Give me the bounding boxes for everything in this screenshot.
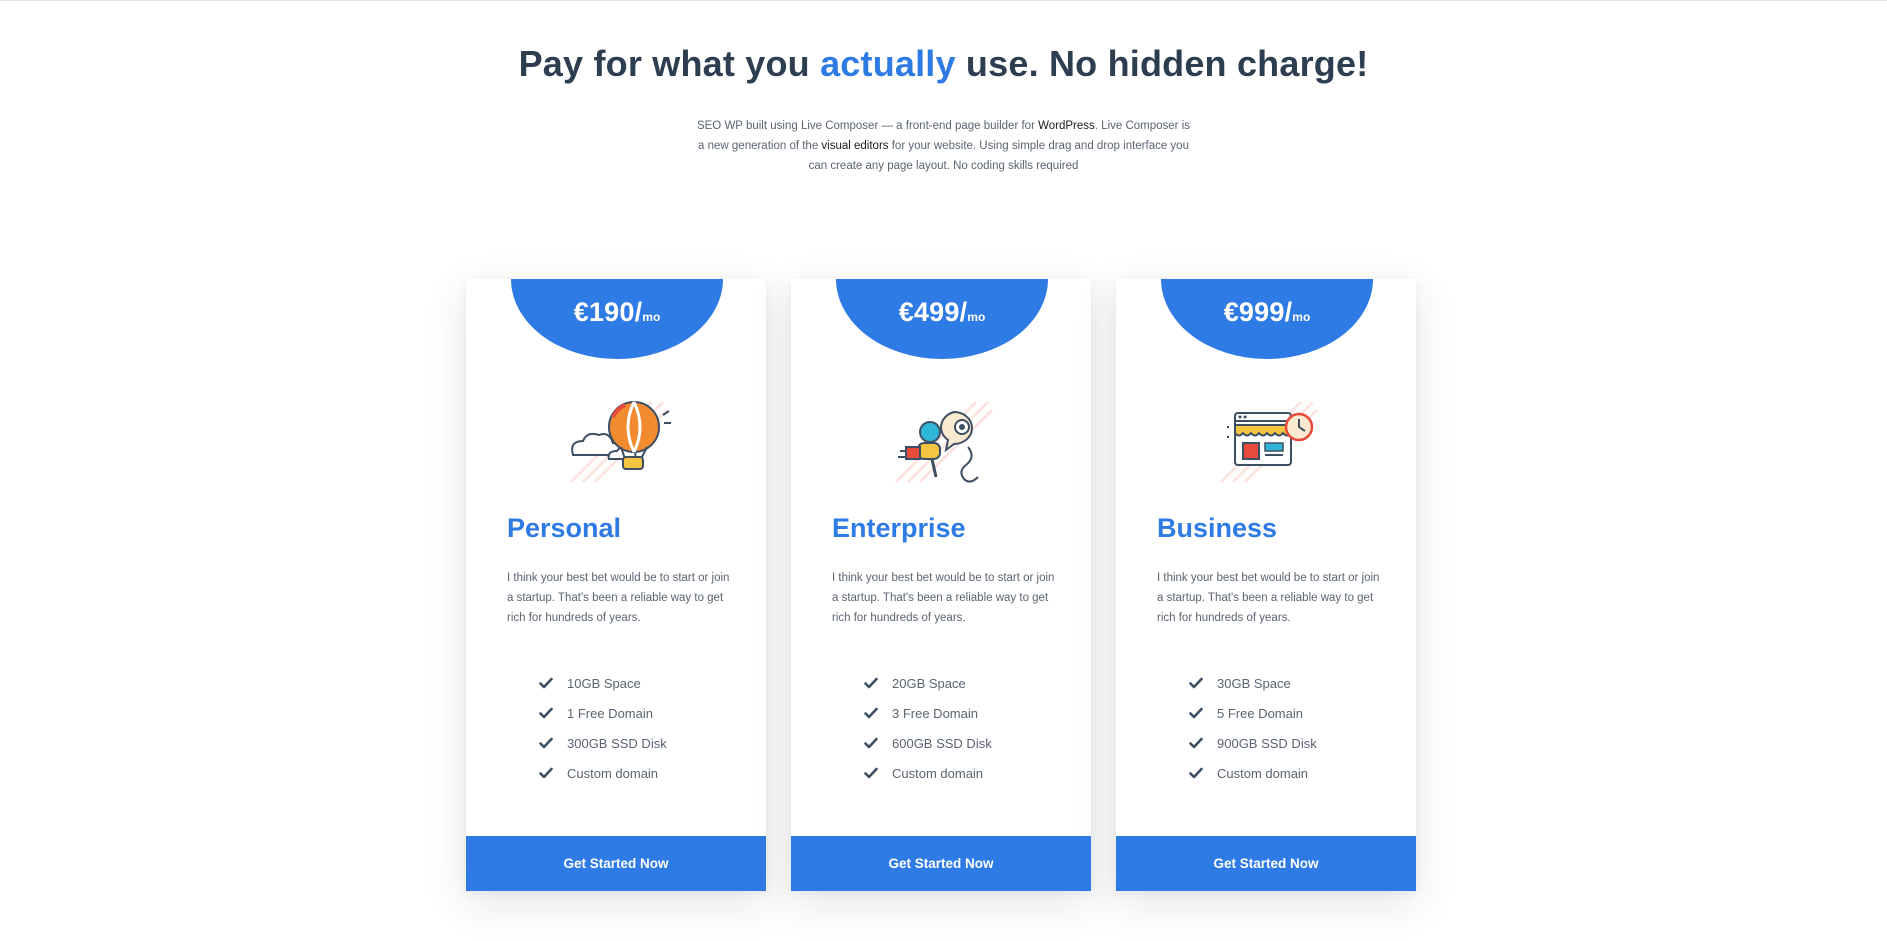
plan-description: I think your best bet would be to start … [1157,572,1380,624]
headline-text-start: Pay for what you [518,43,821,84]
feature-list: 10GB Space 1 Free Domain 300GB SSD Disk … [539,668,667,788]
feature-label: 3 Free Domain [892,705,978,721]
price-badge: €999/mo [1161,279,1373,359]
page-title: Pay for what you actually use. No hidden… [0,43,1887,85]
feature-item: 3 Free Domain [864,698,992,728]
check-icon [864,706,878,720]
feature-item: 900GB SSD Disk [1189,728,1317,758]
wordpress-link[interactable]: WordPress [1038,120,1095,132]
feature-label: 10GB Space [567,675,641,691]
feature-item: 5 Free Domain [1189,698,1317,728]
plan-description: I think your best bet would be to start … [832,572,1055,624]
feature-item: Custom domain [1189,758,1317,788]
plan-description: I think your best bet would be to start … [507,572,730,624]
visual-editors-link[interactable]: visual editors [821,140,888,152]
pricing-card-enterprise: €499/mo Enterprise I think your best bet… [791,279,1091,891]
price-badge: €190/mo [511,279,723,359]
price-period: mo [1292,310,1311,324]
headline-accent-word: actually [820,43,956,84]
feature-label: Custom domain [892,765,984,781]
feature-label: 20GB Space [892,675,966,691]
get-started-button[interactable]: Get Started Now [466,836,766,891]
check-icon [539,766,553,780]
feature-label: 300GB SSD Disk [567,735,667,751]
feature-list: 30GB Space 5 Free Domain 900GB SSD Disk … [1189,668,1317,788]
headline-text-end: use. No hidden charge! [955,43,1369,84]
price-period: mo [642,310,661,324]
intro-paragraph: SEO WP built using Live Composer — a fro… [693,116,1194,176]
check-icon [1189,766,1203,780]
hot-air-balloon-icon [551,377,681,487]
plan-name: Business [1157,513,1278,543]
microphone-chat-icon [876,377,1006,487]
intro-text-1: SEO WP built using Live Composer — a fro… [696,120,1039,132]
feature-item: 10GB Space [539,668,667,698]
pricing-section: Pay for what you actually use. No hidden… [0,0,1887,941]
feature-label: 600GB SSD Disk [892,735,992,751]
feature-item: 600GB SSD Disk [864,728,992,758]
plan-name: Personal [507,513,622,543]
price-badge: €499/mo [836,279,1048,359]
feature-label: 5 Free Domain [1217,705,1303,721]
price-amount: €190/ [573,297,643,327]
feature-item: 20GB Space [864,668,992,698]
plan-name: Enterprise [832,513,966,543]
feature-item: Custom domain [539,758,667,788]
price-period: mo [967,310,986,324]
check-icon [864,736,878,750]
feature-item: 1 Free Domain [539,698,667,728]
pricing-card-business: €999/mo Business I think your best bet w… [1116,279,1416,891]
get-started-button[interactable]: Get Started Now [791,836,1091,891]
price-amount: €999/ [1223,297,1293,327]
feature-item: Custom domain [864,758,992,788]
check-icon [864,766,878,780]
feature-label: Custom domain [1217,765,1309,781]
get-started-button[interactable]: Get Started Now [1116,836,1416,891]
check-icon [1189,706,1203,720]
check-icon [539,676,553,690]
check-icon [1189,736,1203,750]
feature-label: Custom domain [567,765,659,781]
feature-list: 20GB Space 3 Free Domain 600GB SSD Disk … [864,668,992,788]
check-icon [539,706,553,720]
online-shop-icon [1201,377,1331,487]
check-icon [539,736,553,750]
check-icon [1189,676,1203,690]
check-icon [864,676,878,690]
feature-item: 30GB Space [1189,668,1317,698]
feature-label: 30GB Space [1217,675,1291,691]
pricing-card-personal: €190/mo Personal I think your best bet w… [466,279,766,891]
feature-item: 300GB SSD Disk [539,728,667,758]
feature-label: 900GB SSD Disk [1217,735,1317,751]
price-amount: €499/ [898,297,968,327]
feature-label: 1 Free Domain [567,705,653,721]
